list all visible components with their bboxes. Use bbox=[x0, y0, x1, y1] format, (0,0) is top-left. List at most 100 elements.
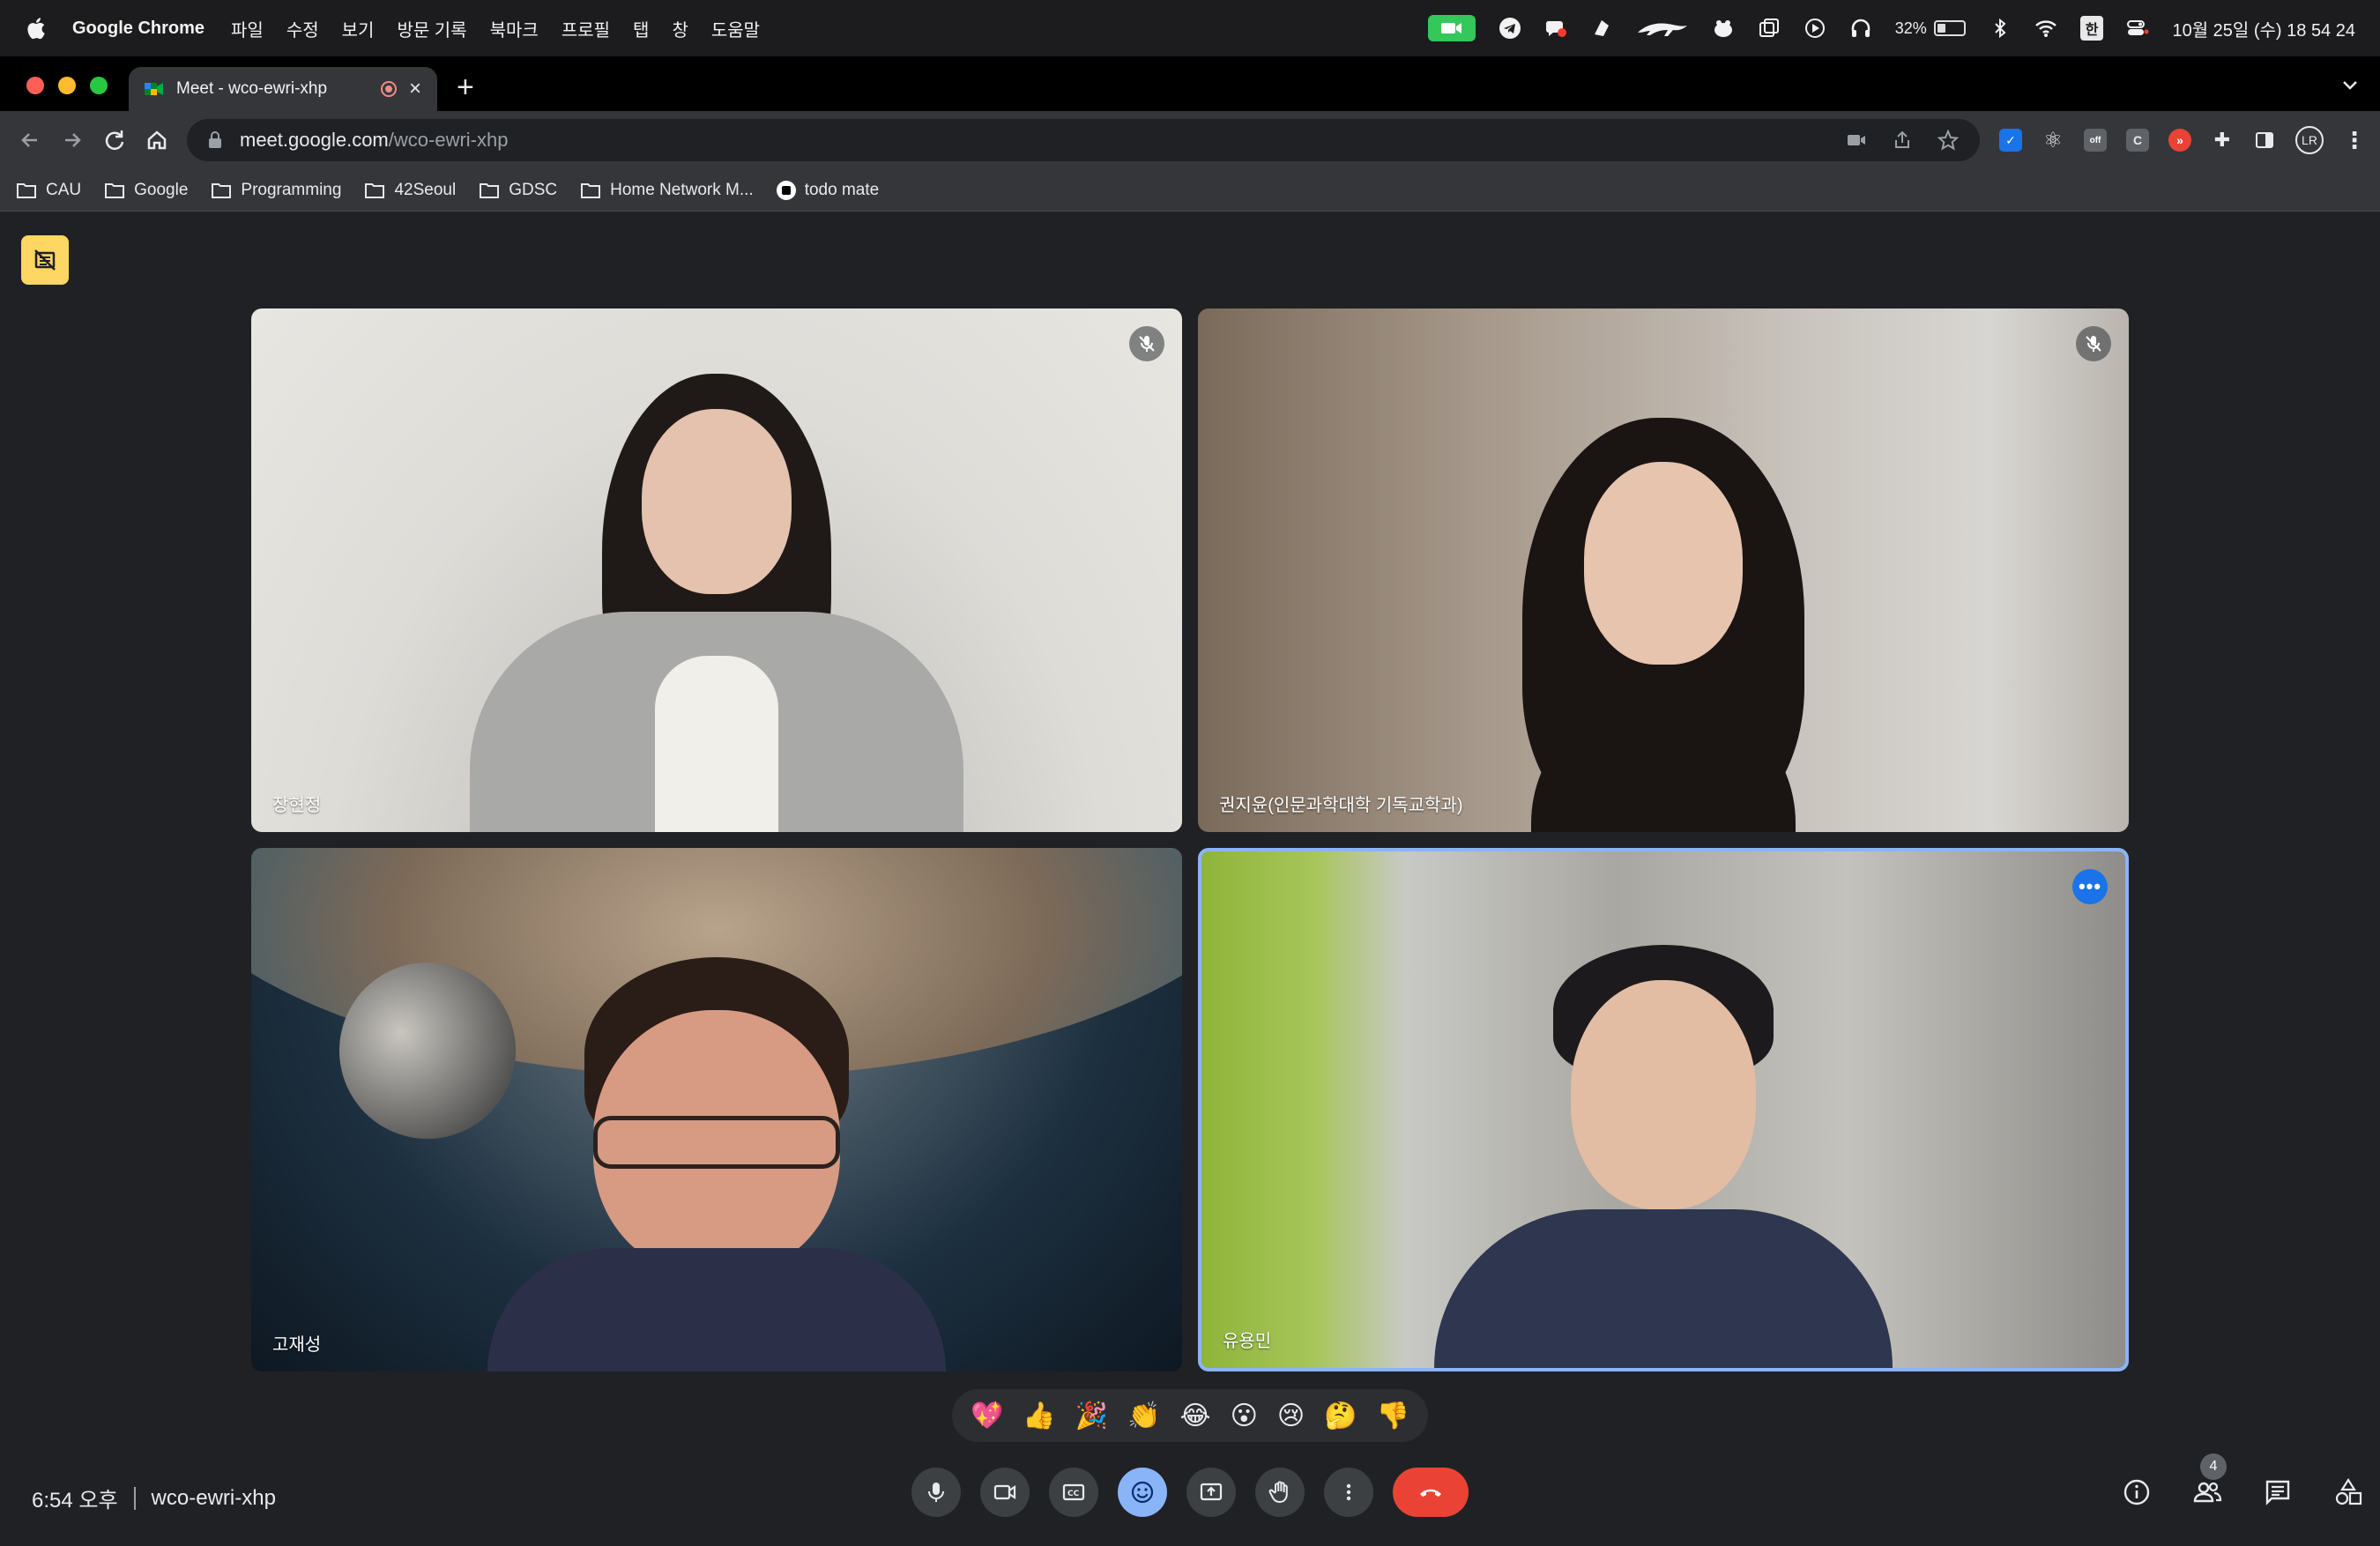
menu-edit[interactable]: 수정 bbox=[286, 16, 319, 41]
tab-meet[interactable]: Meet - wco-ewri-xhp × bbox=[129, 67, 437, 111]
panther-app-icon[interactable] bbox=[1636, 17, 1689, 40]
menu-file[interactable]: 파일 bbox=[231, 16, 264, 41]
activities-button[interactable] bbox=[2329, 1473, 2368, 1512]
reaction-sparkling-heart[interactable]: 💖 bbox=[971, 1401, 1003, 1431]
wifi-icon[interactable] bbox=[2034, 17, 2057, 40]
camera-permission-icon[interactable] bbox=[1846, 130, 1867, 151]
media-play-icon[interactable] bbox=[1804, 17, 1826, 40]
menubar-app-name[interactable]: Google Chrome bbox=[72, 19, 205, 39]
menu-tab[interactable]: 탭 bbox=[633, 16, 649, 41]
window-controls bbox=[26, 77, 108, 94]
battery-percent: 32% bbox=[1894, 19, 1927, 37]
bookmark-todo-mate[interactable]: todo mate bbox=[776, 180, 879, 200]
menu-window[interactable]: 창 bbox=[672, 16, 688, 41]
bookmark-folder-google[interactable]: Google bbox=[104, 181, 188, 200]
bookmark-star-icon[interactable] bbox=[1937, 130, 1959, 151]
microphone-button[interactable] bbox=[911, 1468, 961, 1517]
chrome-toolbar: meet.google.com/wco-ewri-xhp ✓ ⚛ off C »… bbox=[0, 111, 2380, 169]
headphones-icon[interactable] bbox=[1849, 17, 1872, 40]
menu-history[interactable]: 방문 기록 bbox=[397, 16, 466, 41]
share-icon[interactable] bbox=[1892, 130, 1913, 151]
checkmark-extension-icon[interactable]: ✓ bbox=[1999, 129, 2022, 152]
call-controls: CC bbox=[911, 1468, 1469, 1517]
menu-profiles[interactable]: 프로필 bbox=[562, 16, 610, 41]
reaction-thinking[interactable]: 🤔 bbox=[1324, 1401, 1357, 1431]
back-arrow-icon[interactable] bbox=[18, 128, 42, 152]
captions-button[interactable]: CC bbox=[1049, 1468, 1098, 1517]
leave-call-button[interactable] bbox=[1393, 1468, 1469, 1517]
bear-app-icon[interactable] bbox=[1712, 17, 1735, 40]
fast-forward-extension-icon[interactable]: » bbox=[2168, 129, 2191, 152]
participant-tile-active[interactable]: ••• 유용민 bbox=[1198, 848, 2129, 1371]
people-button[interactable]: 4 bbox=[2188, 1453, 2227, 1512]
bluetooth-icon[interactable] bbox=[1989, 17, 2012, 40]
home-icon[interactable] bbox=[145, 128, 169, 152]
c-extension-icon[interactable]: C bbox=[2126, 129, 2149, 152]
telegram-icon[interactable] bbox=[1499, 17, 1521, 40]
reaction-laughing[interactable]: 😂 bbox=[1180, 1401, 1211, 1431]
url-path: /wco-ewri-xhp bbox=[388, 129, 509, 151]
more-options-button[interactable] bbox=[1324, 1468, 1373, 1517]
menubar-clock[interactable]: 10월 25일 (수) 18 54 24 bbox=[2172, 16, 2355, 41]
url-host: meet.google.com bbox=[240, 129, 389, 151]
side-panel-icon[interactable] bbox=[2253, 129, 2276, 152]
lock-icon[interactable] bbox=[208, 131, 222, 149]
shapes-icon bbox=[2335, 1477, 2362, 1505]
participant-name: 고재성 bbox=[272, 1335, 322, 1355]
react-devtools-icon[interactable]: ⚛ bbox=[2042, 129, 2064, 152]
close-tab-icon[interactable]: × bbox=[409, 77, 421, 101]
window-manager-icon[interactable] bbox=[1758, 17, 1781, 40]
bookmark-folder-gdsc[interactable]: GDSC bbox=[479, 181, 557, 200]
camera-button[interactable] bbox=[980, 1468, 1030, 1517]
participant-name: 장현정 bbox=[272, 796, 322, 815]
menu-bookmarks[interactable]: 북마크 bbox=[490, 16, 539, 41]
input-method-indicator[interactable]: 한 bbox=[2079, 16, 2104, 41]
battery-indicator[interactable]: 32% bbox=[1895, 19, 1966, 38]
reaction-surprised[interactable]: 😮 bbox=[1231, 1401, 1258, 1431]
tab-search-chevron-icon[interactable] bbox=[2338, 72, 2362, 97]
reaction-thumbs-up[interactable]: 👍 bbox=[1023, 1401, 1055, 1431]
kebab-menu-icon[interactable]: ⋮ bbox=[2343, 127, 2366, 153]
bookmark-label: GDSC bbox=[509, 180, 558, 199]
menu-view[interactable]: 보기 bbox=[342, 16, 375, 41]
chat-button[interactable] bbox=[2258, 1473, 2297, 1512]
todo-mate-icon bbox=[776, 180, 796, 200]
puzzle-extensions-icon[interactable]: ✚ bbox=[2211, 129, 2234, 152]
mic-off-icon bbox=[1139, 336, 1155, 352]
reactions-button[interactable] bbox=[1118, 1468, 1167, 1517]
participant-tile[interactable]: 장현정 bbox=[251, 308, 1182, 832]
chat-notification-icon[interactable] bbox=[1544, 17, 1567, 40]
chat-icon bbox=[2265, 1480, 2290, 1505]
reaction-crying[interactable]: 😢 bbox=[1277, 1401, 1305, 1431]
bookmark-folder-42seoul[interactable]: 42Seoul bbox=[364, 181, 456, 200]
recording-badge[interactable] bbox=[21, 235, 69, 285]
forward-arrow-icon[interactable] bbox=[60, 128, 85, 152]
reaction-party-popper[interactable]: 🎉 bbox=[1075, 1401, 1108, 1431]
address-bar[interactable]: meet.google.com/wco-ewri-xhp bbox=[187, 119, 1980, 161]
control-center-icon[interactable] bbox=[2126, 17, 2149, 40]
cookie-off-extension-icon[interactable]: off bbox=[2084, 129, 2107, 152]
tile-more-options-button[interactable]: ••• bbox=[2072, 869, 2108, 904]
participant-tile[interactable]: 고재성 bbox=[251, 848, 1182, 1371]
apple-icon[interactable] bbox=[25, 16, 46, 41]
reaction-thumbs-down[interactable]: 👎 bbox=[1377, 1401, 1409, 1431]
profile-avatar[interactable]: LR bbox=[2295, 126, 2324, 154]
folder-icon bbox=[212, 182, 232, 198]
bookmark-folder-programming[interactable]: Programming bbox=[211, 181, 341, 200]
camera-in-use-icon[interactable] bbox=[1427, 15, 1476, 41]
zoom-window-button[interactable] bbox=[90, 77, 108, 94]
battery-icon bbox=[1933, 20, 1966, 36]
present-screen-button[interactable] bbox=[1186, 1468, 1236, 1517]
bookmark-folder-cau[interactable]: CAU bbox=[16, 181, 81, 200]
menu-help[interactable]: 도움말 bbox=[711, 16, 760, 41]
close-window-button[interactable] bbox=[26, 77, 44, 94]
participant-tile[interactable]: 권지윤(인문과학대학 기독교학과) bbox=[1198, 308, 2129, 832]
minimize-window-button[interactable] bbox=[58, 77, 76, 94]
raise-hand-button[interactable] bbox=[1255, 1468, 1305, 1517]
extension-app-icon[interactable] bbox=[1590, 17, 1613, 40]
reload-icon[interactable] bbox=[102, 128, 127, 152]
bookmark-folder-home-network[interactable]: Home Network M... bbox=[580, 181, 754, 200]
reaction-clapping[interactable]: 👏 bbox=[1127, 1401, 1160, 1431]
meeting-details-button[interactable] bbox=[2117, 1473, 2156, 1512]
new-tab-button[interactable]: + bbox=[457, 71, 474, 105]
